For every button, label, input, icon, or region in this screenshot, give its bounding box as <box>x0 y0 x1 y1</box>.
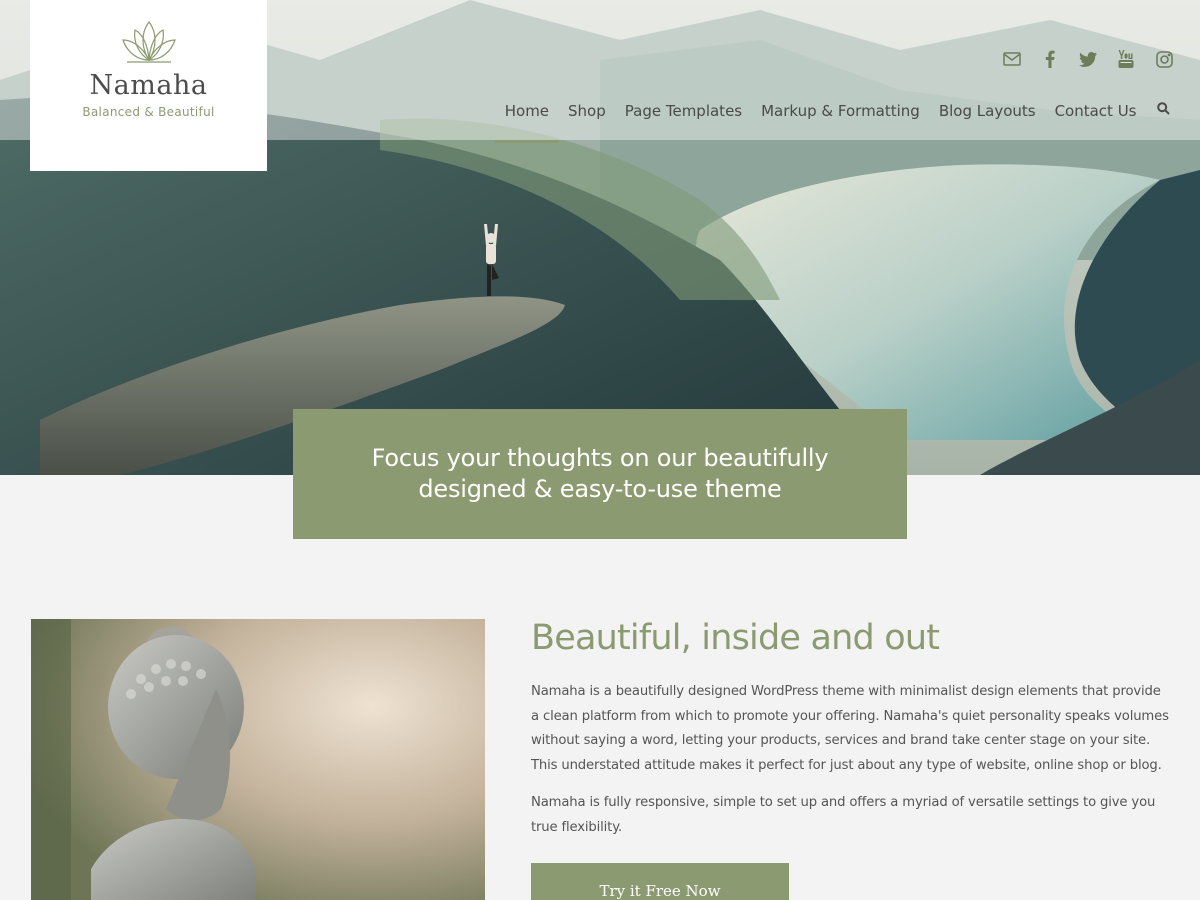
hero-banner-text: Focus your thoughts on our beautifully d… <box>371 444 829 503</box>
nav-item-shop[interactable]: Shop <box>559 100 616 140</box>
nav-item-blog-layouts[interactable]: Blog Layouts <box>929 100 1045 140</box>
youtube-icon[interactable] <box>1116 48 1136 70</box>
nav-item-home[interactable]: Home <box>495 100 559 143</box>
buddha-image <box>31 619 485 900</box>
hero-banner: Focus your thoughts on our beautifully d… <box>293 409 907 539</box>
intro-paragraph-2: Namaha is fully responsive, simple to se… <box>531 795 1156 835</box>
site-logo[interactable]: Namaha Balanced & Beautiful <box>30 0 267 171</box>
instagram-icon[interactable] <box>1154 48 1174 70</box>
lotus-icon <box>121 21 176 63</box>
logo-name: Namaha <box>89 70 208 101</box>
try-free-button[interactable]: Try it Free Now <box>531 863 789 900</box>
intro-paragraph-1: Namaha is a beautifully designed WordPre… <box>531 684 1169 773</box>
nav-item-markup-formatting[interactable]: Markup & Formatting <box>752 100 930 140</box>
mail-icon[interactable] <box>1002 48 1022 70</box>
facebook-icon[interactable] <box>1040 48 1060 70</box>
nav-item-page-templates[interactable]: Page Templates <box>615 100 751 140</box>
search-icon[interactable] <box>1146 100 1170 140</box>
twitter-icon[interactable] <box>1078 48 1098 70</box>
section-heading: Beautiful, inside and out <box>531 618 940 658</box>
social-links <box>1002 48 1174 70</box>
nav-item-contact-us[interactable]: Contact Us <box>1045 100 1146 140</box>
logo-tagline: Balanced & Beautiful <box>82 105 215 119</box>
main-navigation: Home Shop Page Templates Markup & Format… <box>495 100 1170 143</box>
